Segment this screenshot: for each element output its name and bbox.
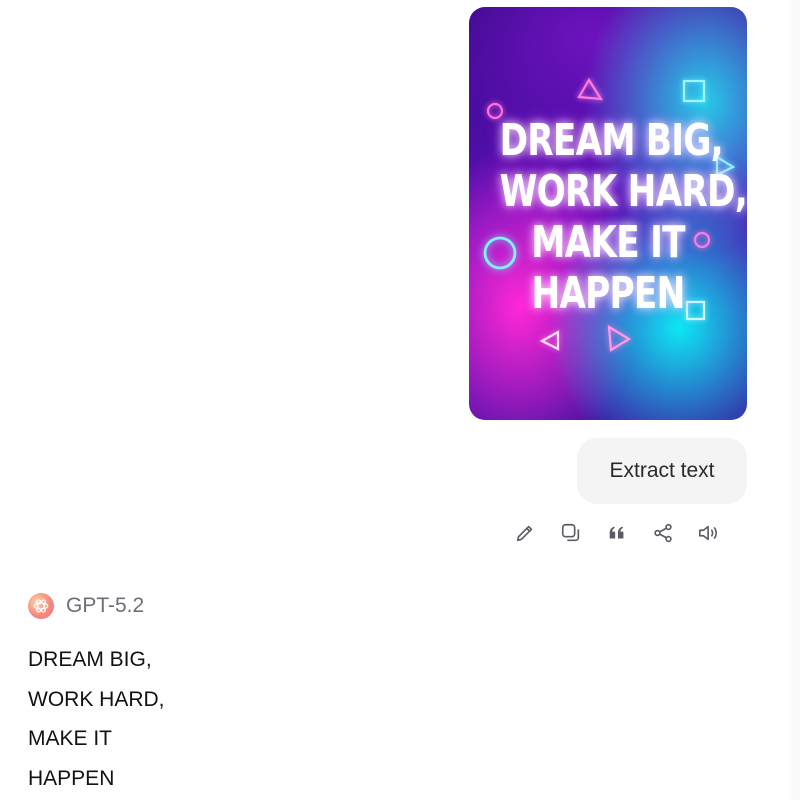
response-line: HAPPEN: [28, 766, 115, 790]
poster-line: DREAM BIG,: [499, 115, 724, 166]
response-line: MAKE IT: [28, 727, 113, 750]
quote-icon: [609, 526, 624, 539]
poster-line: MAKE IT: [531, 217, 685, 268]
speaker-icon: [699, 525, 717, 541]
neon-triangle-shape: [577, 77, 604, 101]
edit-button[interactable]: [508, 516, 542, 550]
share-icon: [654, 523, 672, 543]
assistant-response: DREAM BIG, WORK HARD, MAKE IT HAPPEN: [28, 640, 165, 798]
user-message-text: Extract text: [609, 459, 715, 482]
message-action-bar: [508, 516, 726, 550]
scrollbar-track[interactable]: [790, 0, 800, 800]
openai-logo-icon: [28, 593, 54, 619]
poster-text: DREAM BIG, WORK HARD, MAKE IT HAPPEN: [499, 115, 747, 319]
uploaded-image[interactable]: DREAM BIG, WORK HARD, MAKE IT HAPPEN: [469, 7, 747, 420]
copy-button[interactable]: [554, 516, 588, 550]
response-line: WORK HARD,: [28, 687, 165, 711]
neon-triangle-shape: [539, 330, 560, 351]
neon-triangle-shape: [607, 324, 632, 352]
response-line: DREAM BIG,: [28, 648, 152, 671]
poster-line: HAPPEN: [531, 268, 685, 319]
neon-square-shape: [682, 79, 706, 103]
model-name: GPT-5.2: [66, 594, 145, 617]
user-message-bubble: Extract text: [577, 438, 747, 504]
copy-icon: [561, 523, 580, 542]
poster-line: WORK HARD,: [499, 166, 747, 217]
share-button[interactable]: [646, 516, 680, 550]
read-aloud-button[interactable]: [692, 516, 726, 550]
quote-button[interactable]: [600, 516, 634, 550]
assistant-header: GPT-5.2: [28, 591, 144, 621]
edit-icon: [516, 525, 533, 542]
